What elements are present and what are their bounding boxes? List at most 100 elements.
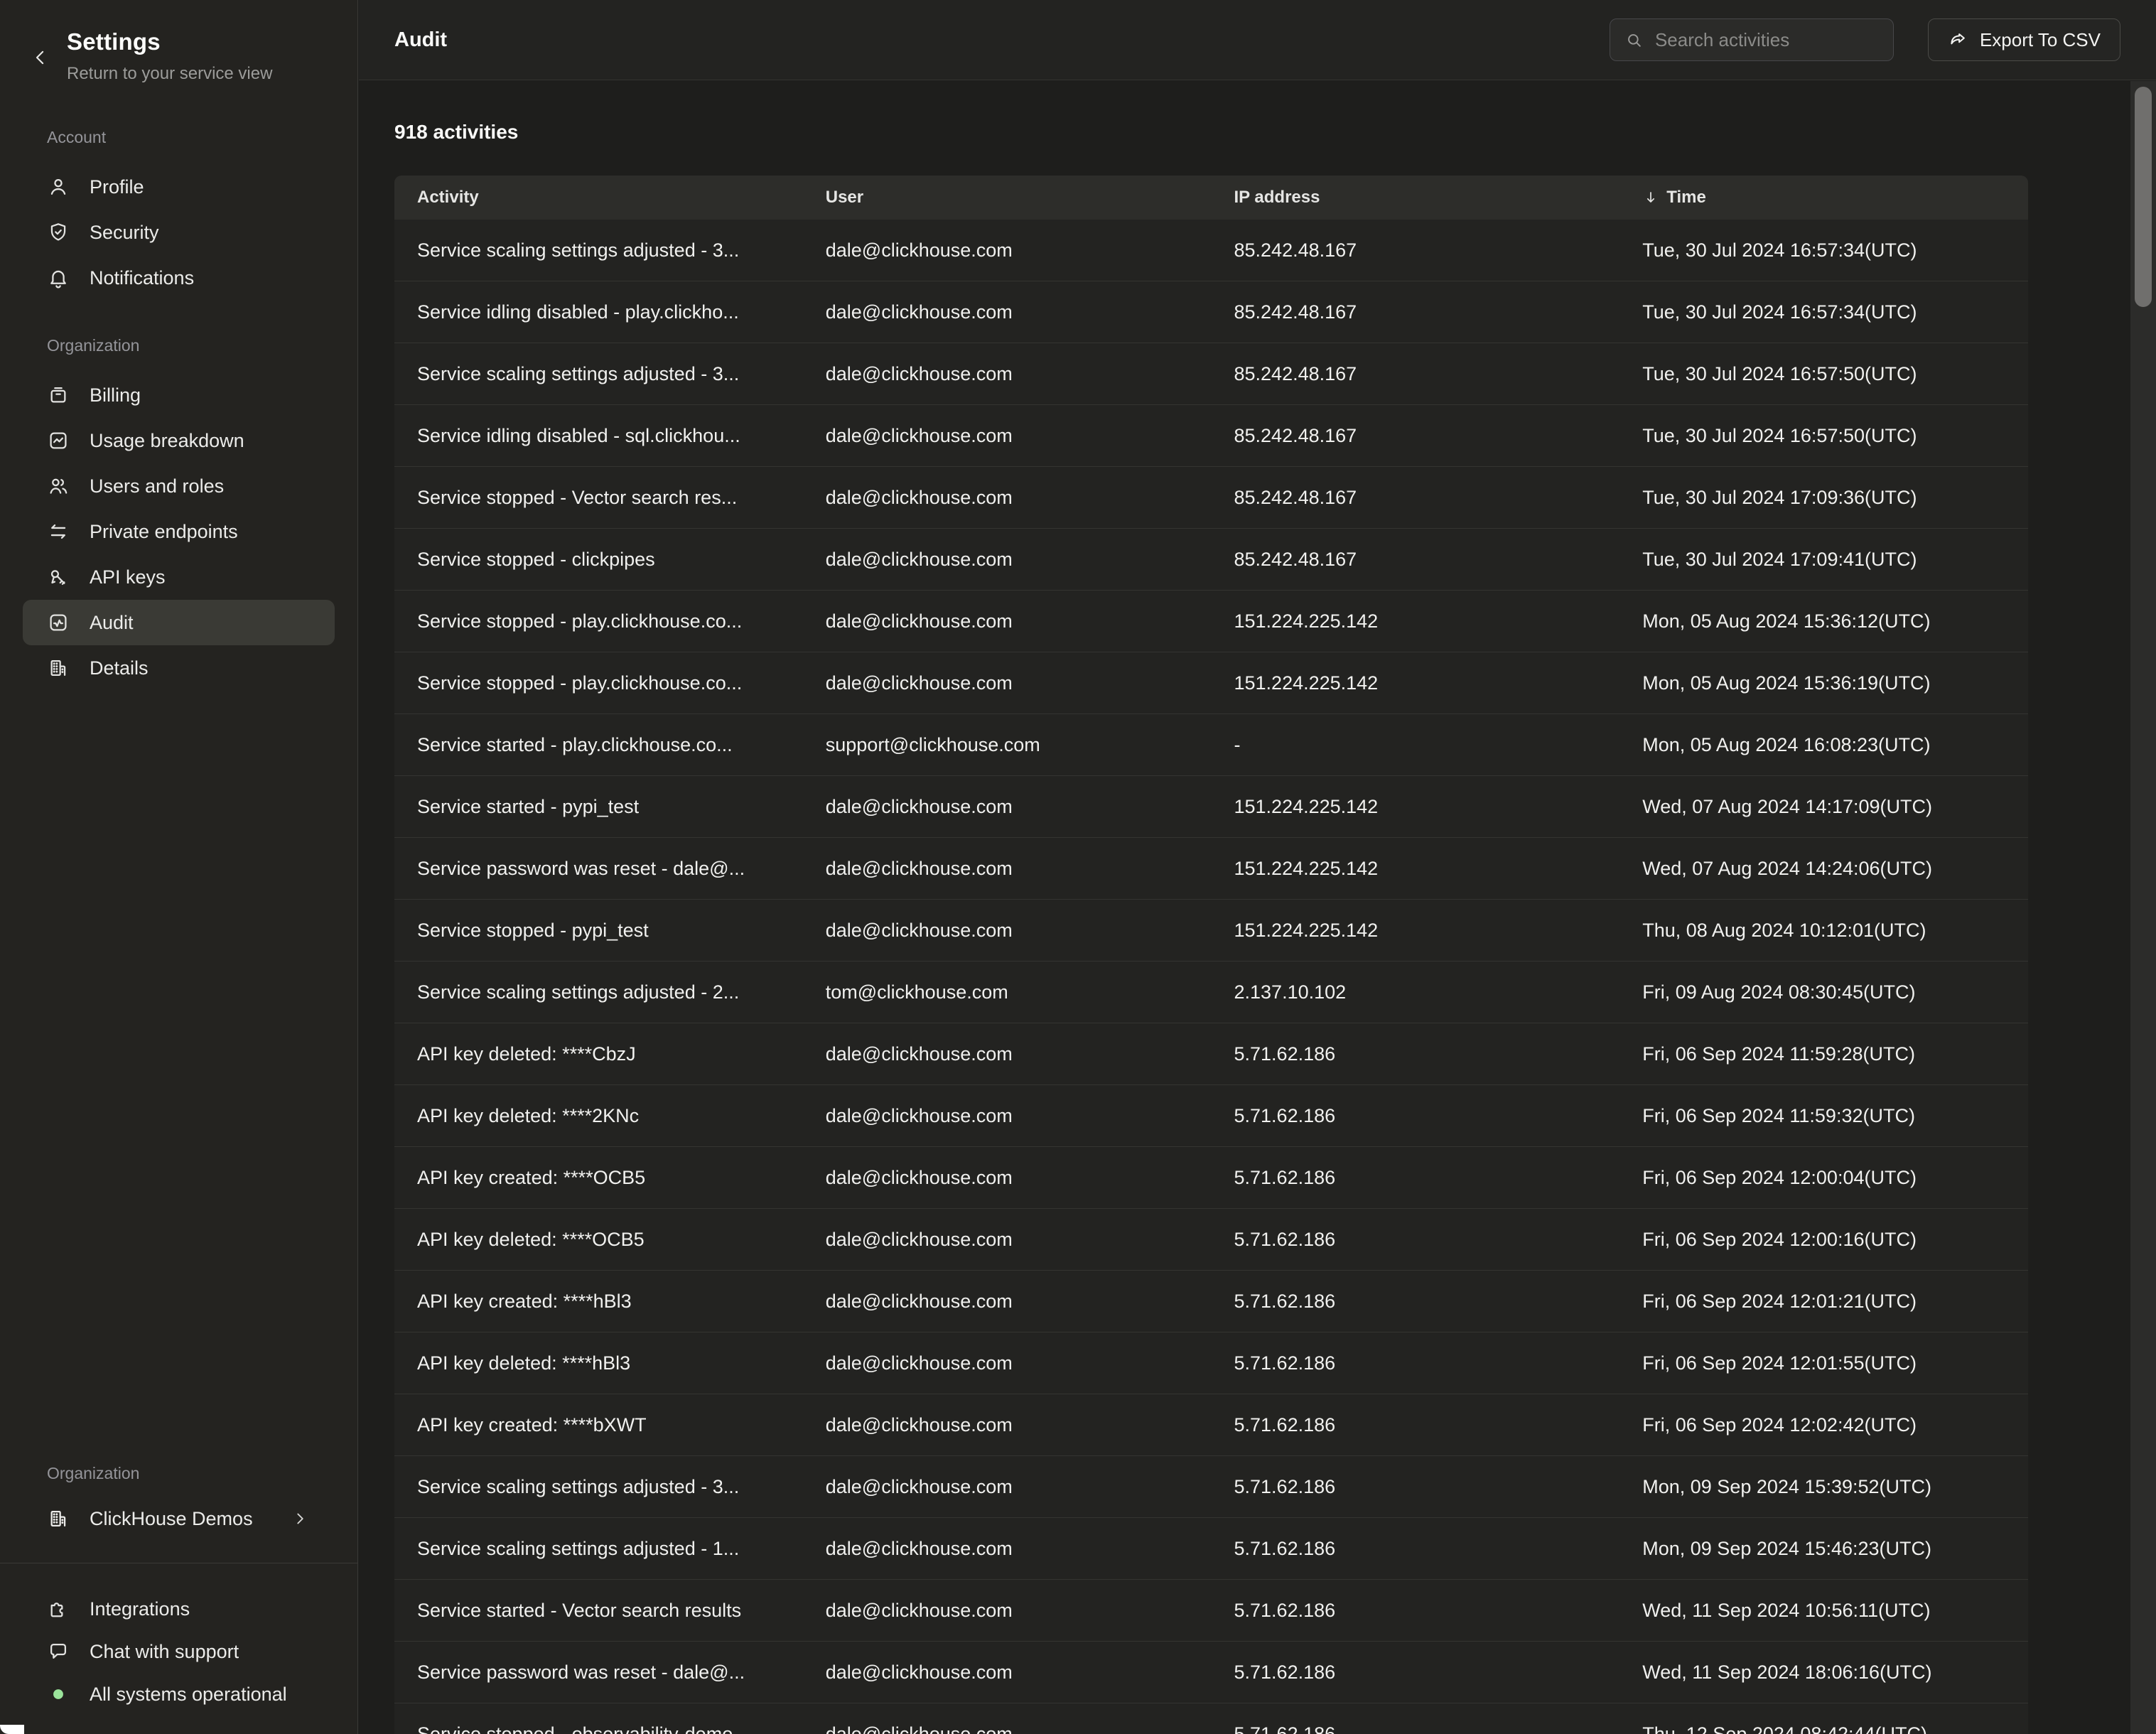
org-item-label: ClickHouse Demos [90, 1508, 253, 1530]
column-header-time[interactable]: Time [1619, 188, 2028, 208]
time-cell: Fri, 06 Sep 2024 12:00:04(UTC) [1619, 1167, 2028, 1189]
sidebar-item-all-systems-operational[interactable]: All systems operational [23, 1673, 335, 1716]
activity-cell: API key deleted: ****2KNc [394, 1105, 803, 1127]
export-button-label: Export To CSV [1980, 29, 2101, 51]
table-row: Service scaling settings adjusted - 1...… [394, 1518, 2028, 1580]
billing-icon [47, 384, 70, 406]
user-cell: dale@clickhouse.com [803, 549, 1212, 571]
time-cell: Mon, 05 Aug 2024 15:36:12(UTC) [1619, 610, 2028, 632]
sidebar-item-notifications[interactable]: Notifications [23, 255, 335, 301]
section-label: Organization [47, 336, 357, 355]
time-cell: Tue, 30 Jul 2024 16:57:50(UTC) [1619, 363, 2028, 385]
search-box[interactable] [1610, 18, 1894, 61]
section-items: Billing Usage breakdown Users and roles … [0, 372, 357, 691]
users-icon [47, 475, 70, 497]
time-cell: Wed, 11 Sep 2024 18:06:16(UTC) [1619, 1662, 2028, 1684]
status-dot [47, 1683, 70, 1706]
back-button[interactable] [30, 47, 51, 68]
table-row: Service started - pypi_test dale@clickho… [394, 776, 2028, 838]
table-row: API key created: ****hBl3 dale@clickhous… [394, 1271, 2028, 1332]
user-cell: dale@clickhouse.com [803, 239, 1212, 262]
chart-icon [47, 429, 70, 452]
activity-cell: Service idling disabled - sql.clickhou..… [394, 425, 803, 447]
activity-cell: API key created: ****hBl3 [394, 1291, 803, 1313]
sidebar-item-details[interactable]: Details [23, 645, 335, 691]
search-input[interactable] [1655, 29, 1879, 51]
sidebar-item-profile[interactable]: Profile [23, 164, 335, 210]
scrollbar-track[interactable] [2130, 81, 2156, 1734]
table-row: Service idling disabled - sql.clickhou..… [394, 405, 2028, 467]
ip-address-cell: 5.71.62.186 [1212, 1043, 1620, 1065]
activity-cell: Service stopped - observability-demo [394, 1723, 803, 1734]
time-cell: Fri, 06 Sep 2024 12:02:42(UTC) [1619, 1414, 2028, 1436]
sidebar-item-audit[interactable]: Audit [23, 600, 335, 645]
sidebar-links: Integrations Chat with support All syste… [0, 1563, 357, 1734]
user-cell: dale@clickhouse.com [803, 363, 1212, 385]
user-cell: dale@clickhouse.com [803, 1600, 1212, 1622]
activity-cell: Service password was reset - dale@... [394, 858, 803, 880]
sidebar-item-billing[interactable]: Billing [23, 372, 335, 418]
ip-address-cell: 151.224.225.142 [1212, 858, 1620, 880]
search-icon [1624, 31, 1644, 50]
sidebar-item-label: Notifications [90, 267, 194, 289]
sidebar-section: Account Profile Security Notifications [0, 128, 357, 301]
sidebar-subtitle[interactable]: Return to your service view [67, 64, 272, 84]
activity-cell: Service scaling settings adjusted - 3... [394, 239, 803, 262]
ip-address-cell: 5.71.62.186 [1212, 1167, 1620, 1189]
time-cell: Mon, 09 Sep 2024 15:46:23(UTC) [1619, 1538, 2028, 1560]
ip-address-cell: 5.71.62.186 [1212, 1476, 1620, 1498]
table-row: API key deleted: ****hBl3 dale@clickhous… [394, 1332, 2028, 1394]
user-cell: dale@clickhouse.com [803, 1538, 1212, 1560]
column-header-activity[interactable]: Activity [394, 188, 803, 208]
sidebar-item-usage-breakdown[interactable]: Usage breakdown [23, 418, 335, 463]
ip-address-cell: 85.242.48.167 [1212, 363, 1620, 385]
shield-icon [47, 221, 70, 244]
table-row: Service scaling settings adjusted - 3...… [394, 1456, 2028, 1518]
arrow-down-icon [1642, 189, 1659, 206]
ip-address-cell: 5.71.62.186 [1212, 1352, 1620, 1374]
sidebar-footer-item-label: All systems operational [90, 1684, 287, 1706]
chevron-left-icon [30, 47, 51, 68]
user-cell: dale@clickhouse.com [803, 301, 1212, 323]
sidebar-item-integrations[interactable]: Integrations [23, 1588, 335, 1630]
table-row: Service started - play.clickhouse.co... … [394, 714, 2028, 776]
column-header-user[interactable]: User [803, 188, 1212, 208]
sidebar-item-api-keys[interactable]: API keys [23, 554, 335, 600]
page-title: Audit [394, 28, 447, 52]
sidebar-item-private-endpoints[interactable]: Private endpoints [23, 509, 335, 554]
export-to-csv-button[interactable]: Export To CSV [1928, 18, 2120, 61]
chevron-right-icon [291, 1509, 309, 1528]
table-row: Service password was reset - dale@... da… [394, 838, 2028, 900]
column-header-label: IP address [1234, 188, 1320, 208]
sidebar-item-clickhouse-demos[interactable]: ClickHouse Demos [23, 1496, 335, 1541]
column-header-ip-address[interactable]: IP address [1212, 188, 1620, 208]
time-cell: Wed, 07 Aug 2024 14:17:09(UTC) [1619, 796, 2028, 818]
activity-cell: Service stopped - Vector search res... [394, 487, 803, 509]
sidebar-item-users-and-roles[interactable]: Users and roles [23, 463, 335, 509]
ip-address-cell: 5.71.62.186 [1212, 1600, 1620, 1622]
activity-cell: API key deleted: ****OCB5 [394, 1229, 803, 1251]
user-cell: dale@clickhouse.com [803, 1229, 1212, 1251]
chat-icon [47, 1640, 70, 1663]
settings-sidebar: Settings Return to your service view Acc… [0, 0, 358, 1734]
sidebar-title: Settings [67, 28, 272, 55]
sidebar-footer-item-label: Integrations [90, 1598, 190, 1620]
sidebar-item-security[interactable]: Security [23, 210, 335, 255]
time-cell: Fri, 09 Aug 2024 08:30:45(UTC) [1619, 981, 2028, 1003]
table-header: Activity User IP address Time [394, 176, 2028, 220]
ip-address-cell: 85.242.48.167 [1212, 239, 1620, 262]
window-corner-artifact [0, 1725, 24, 1734]
audit-content: 918 activities Activity User IP address … [359, 120, 2156, 1734]
ip-address-cell: - [1212, 734, 1620, 756]
activity-cell: Service scaling settings adjusted - 3... [394, 363, 803, 385]
sidebar-item-chat-with-support[interactable]: Chat with support [23, 1630, 335, 1673]
user-cell: dale@clickhouse.com [803, 858, 1212, 880]
export-icon [1948, 30, 1968, 50]
topbar: Audit Export To CSV [359, 0, 2156, 80]
scrollbar-thumb[interactable] [2135, 87, 2152, 307]
sidebar-item-label: API keys [90, 566, 166, 588]
user-cell: dale@clickhouse.com [803, 1167, 1212, 1189]
building-icon [47, 1507, 70, 1530]
user-cell: tom@clickhouse.com [803, 981, 1212, 1003]
time-cell: Thu, 12 Sep 2024 08:42:44(UTC) [1619, 1723, 2028, 1734]
